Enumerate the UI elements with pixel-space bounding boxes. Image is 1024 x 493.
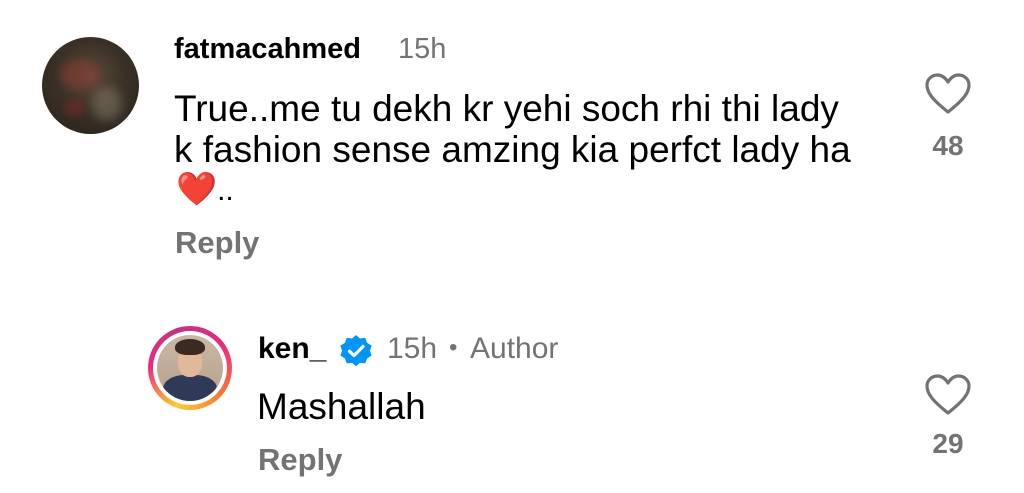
reply-timestamp: 15h [387, 332, 438, 365]
heart-outline-icon[interactable] [924, 373, 972, 417]
author-avatar[interactable] [148, 326, 232, 410]
reply-text: Mashallah [257, 386, 426, 427]
comment-text-line-1: True..me tu dekh kr yehi soch rhi thi la… [174, 88, 839, 129]
comment-timestamp: 15h [398, 33, 447, 65]
heart-outline-icon[interactable] [924, 72, 972, 116]
comment-text-line-3: ❤️.. [176, 170, 234, 209]
like-count: 48 [932, 130, 964, 161]
heart-emoji: ❤️ [176, 170, 218, 207]
commenter-username[interactable]: fatmacahmed [174, 33, 361, 66]
author-label: Author [470, 332, 559, 365]
comment-text-line-2: k fashion sense amzing kia perfct lady h… [174, 129, 851, 170]
author-username[interactable]: ken_ [258, 332, 326, 366]
reply-button[interactable]: Reply [175, 225, 259, 261]
reply-button[interactable]: Reply [258, 442, 342, 478]
like-count: 29 [932, 428, 964, 459]
verified-badge-icon [340, 335, 372, 367]
commenter-avatar[interactable] [42, 37, 139, 134]
comment-text-suffix: .. [217, 174, 234, 207]
meta-separator: • [449, 334, 458, 361]
